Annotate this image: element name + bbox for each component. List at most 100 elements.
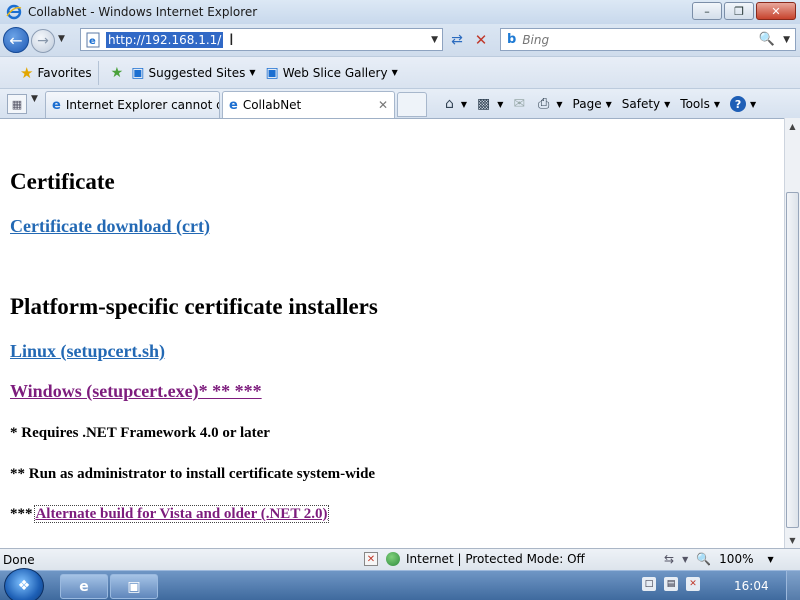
search-box[interactable]: b 🔍 ▼ [500, 28, 796, 51]
certificate-download-link[interactable]: Certificate download (crt) [10, 216, 210, 237]
new-tab-button[interactable] [397, 92, 427, 117]
tools-menu[interactable]: Tools ▼ [680, 97, 720, 111]
ie-page-icon: ▣ [131, 64, 145, 81]
minimize-button[interactable]: – [692, 2, 722, 20]
add-to-favorites-bar-icon[interactable]: ★ [111, 65, 128, 81]
ie-page-icon: ▣ [265, 64, 279, 81]
stop-icon: ✕ [474, 31, 488, 49]
print-button[interactable]: ⎙ ▼ [538, 96, 562, 112]
command-bar: ⌂ ▼ ▩ ▼ ✉ ⎙ ▼ Page ▼ Safety ▼ Tools ▼ ? ▼ [445, 93, 766, 115]
quick-tabs-icon: ▦ [11, 97, 23, 111]
page-content: Certificate Certificate download (crt) P… [0, 118, 784, 548]
chevron-down-icon: ▼ [556, 99, 563, 109]
tab-collabnet[interactable]: e CollabNet ✕ [222, 91, 395, 118]
compatibility-icon[interactable]: ⇆ [664, 552, 674, 566]
back-button[interactable]: ← [3, 27, 29, 53]
suggested-sites-label: Suggested Sites [148, 65, 246, 80]
maximize-button[interactable]: ❐ [724, 2, 754, 20]
chevron-down-icon: ▼ [664, 99, 671, 109]
forward-arrow-icon: → [37, 33, 49, 49]
chevron-down-icon: ▼ [605, 99, 612, 109]
read-mail-button[interactable]: ✉ [513, 96, 528, 112]
taskbar-ie-button[interactable]: e [60, 574, 108, 599]
note-alternate-prefix: *** [10, 506, 36, 522]
certificate-heading: Certificate [10, 169, 115, 194]
page-menu[interactable]: Page ▼ [573, 97, 612, 111]
printer-icon: ⎙ [538, 96, 550, 112]
alternate-build-link[interactable]: Alternate build for Vista and older (.NE… [34, 505, 329, 523]
ie-logo-icon: e [79, 578, 89, 595]
favorites-star-icon: ★ [20, 63, 34, 82]
volume-muted-icon[interactable]: ✕ [686, 577, 700, 591]
status-text: Done [3, 552, 35, 567]
clock[interactable]: 16:04 [734, 579, 769, 593]
safety-menu[interactable]: Safety ▼ [622, 97, 671, 111]
address-toolbar: ← → ▼ e http://192.168.1.1/ I ▼ ⇄ ✕ b 🔍 … [0, 24, 800, 56]
chevron-down-icon: ▼ [767, 554, 774, 564]
search-options-dropdown[interactable]: ▼ [783, 35, 790, 45]
security-zone[interactable]: ✕ Internet | Protected Mode: Off [364, 552, 585, 566]
scroll-thumb[interactable] [786, 192, 799, 528]
tools-menu-label: Tools [680, 97, 710, 111]
taskbar-window-button[interactable]: ▣ [110, 574, 158, 599]
note-net-framework: * Requires .NET Framework 4.0 or later [10, 425, 270, 441]
tab-ie-error[interactable]: e Internet Explorer cannot d... [45, 91, 220, 118]
page-menu-label: Page [572, 97, 602, 111]
forward-button[interactable]: → [31, 29, 55, 53]
linux-installer-link[interactable]: Linux (setupcert.sh) [10, 341, 165, 362]
ie-tab-icon: e [229, 97, 238, 113]
feeds-button[interactable]: ▩ ▼ [477, 96, 503, 112]
refresh-button[interactable]: ⇄ [447, 30, 467, 50]
title-bar: CollabNet - Windows Internet Explorer – … [0, 0, 800, 24]
note-run-as-admin: ** Run as administrator to install certi… [10, 466, 376, 482]
url-text[interactable]: http://192.168.1.1/ [106, 31, 224, 48]
vertical-scrollbar[interactable]: ▲ ▼ [784, 118, 800, 548]
tab-list-dropdown[interactable]: ▼ [31, 94, 38, 104]
search-icon[interactable]: 🔍 [759, 32, 775, 47]
favorites-label: Favorites [37, 65, 92, 80]
show-desktop-button[interactable] [786, 571, 800, 600]
address-dropdown-icon[interactable]: ▼ [431, 35, 438, 45]
installers-heading: Platform-specific certificate installers [10, 294, 378, 319]
stop-button[interactable]: ✕ [471, 30, 491, 50]
home-button[interactable]: ⌂ ▼ [445, 96, 467, 112]
recent-pages-dropdown[interactable]: ▼ [58, 34, 65, 44]
note-alternate-build: *** Alternate build for Vista and older … [10, 505, 329, 523]
help-icon: ? [730, 96, 747, 112]
address-bar[interactable]: e http://192.168.1.1/ I ▼ [80, 28, 443, 51]
popup-blocked-icon[interactable]: ✕ [364, 552, 378, 566]
zoom-icon: 🔍 [696, 552, 712, 566]
svg-text:e: e [89, 36, 96, 47]
quick-tabs-button[interactable]: ▦ [7, 94, 27, 114]
help-button[interactable]: ? ▼ [730, 96, 756, 112]
ie-logo-icon [6, 4, 22, 20]
favorites-button[interactable]: ★ Favorites [14, 60, 99, 85]
search-input[interactable] [522, 32, 743, 47]
scroll-down-icon[interactable]: ▼ [785, 532, 800, 548]
chevron-down-icon: ▼ [713, 99, 721, 109]
suggested-sites-link[interactable]: ▣ Suggested Sites ▼ [131, 65, 255, 81]
windows-installer-link[interactable]: Windows (setupcert.exe)* ** *** [10, 381, 262, 402]
scroll-up-icon[interactable]: ▲ [785, 118, 800, 134]
chevron-down-icon: ▼ [750, 99, 757, 109]
zoom-level: 100% [719, 552, 754, 566]
window-controls: – ❐ ✕ [692, 2, 796, 20]
tab-bar: ▦ ▼ e Internet Explorer cannot d... e Co… [0, 88, 800, 118]
zoom-control[interactable]: ⇆ ▼ 🔍 100% ▼ [664, 552, 774, 566]
web-slice-gallery-label: Web Slice Gallery [282, 65, 388, 80]
close-tab-icon[interactable]: ✕ [378, 98, 388, 112]
network-icon[interactable]: ▤ [664, 577, 678, 591]
window-title: CollabNet - Windows Internet Explorer [28, 5, 258, 19]
web-slice-gallery-link[interactable]: ▣ Web Slice Gallery ▼ [266, 65, 398, 81]
close-button[interactable]: ✕ [756, 2, 796, 20]
tray-doc-icon[interactable]: □ [642, 577, 656, 591]
chevron-down-icon: ▼ [391, 68, 398, 77]
start-button[interactable]: ❖ [4, 568, 44, 600]
mail-icon: ✉ [513, 96, 526, 112]
chevron-down-icon: ▼ [460, 99, 468, 109]
chevron-down-icon: ▼ [497, 99, 504, 109]
tab-label: Internet Explorer cannot d... [65, 98, 220, 112]
ie-tab-icon: e [52, 97, 61, 113]
taskbar: ❖ e ▣ □ ▤ ✕ 16:04 [0, 568, 800, 600]
safety-menu-label: Safety [621, 97, 661, 111]
